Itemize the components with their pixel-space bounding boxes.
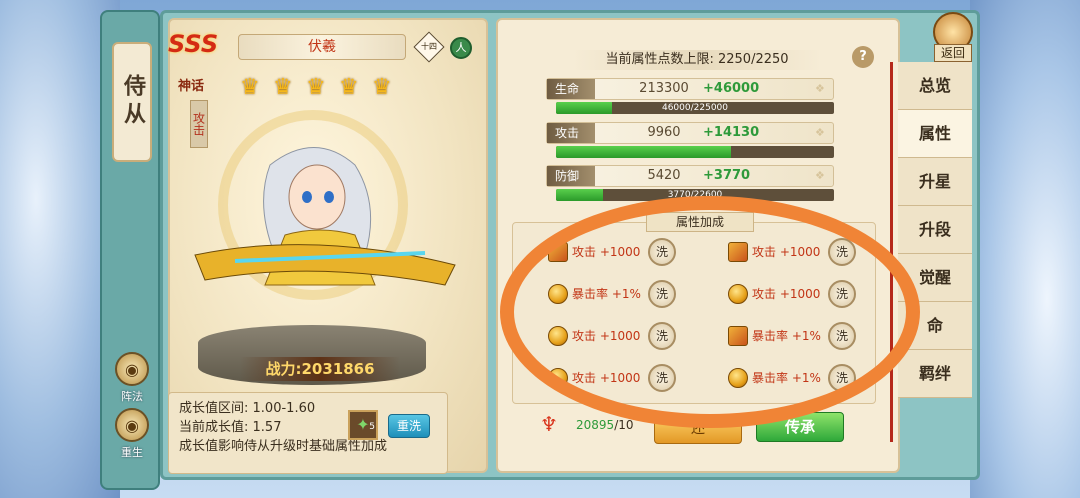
bonus-text: 攻击 +1000 — [572, 329, 641, 343]
formation-button[interactable]: ◉ 阵法 — [108, 352, 156, 408]
tab-6[interactable]: 羁绊 — [898, 350, 972, 398]
sidebar-scroll: 侍从 ◉ 阵法 ◉ 重生 — [100, 10, 160, 490]
wash-button[interactable]: 洗 — [648, 280, 676, 308]
bonus-text: 攻击 +1000 — [752, 287, 821, 301]
bonus-item: 攻击 +1000 洗 — [548, 322, 678, 350]
hero-name: 伏羲 — [238, 34, 406, 60]
bonus-title: 属性加成 — [646, 212, 754, 232]
hero-portrait[interactable] — [175, 135, 465, 335]
crown-icon: ♛ — [306, 75, 326, 100]
gem-icon — [548, 242, 568, 262]
diamond-icon: ❖ — [815, 82, 825, 95]
attribute-cap: 当前属性点数上限: 2250/2250 — [572, 50, 822, 70]
rebirth-label: 重生 — [121, 446, 143, 459]
wash-button[interactable]: 洗 — [648, 238, 676, 266]
crown-icon: ♛ — [372, 75, 392, 100]
growth-range: 1.00-1.60 — [252, 401, 316, 416]
stat-row-defense: 防御 5420 +3770 ❖ — [546, 165, 834, 187]
crown-icon: ♛ — [240, 75, 260, 100]
bonus-text: 攻击 +1000 — [572, 245, 641, 259]
wash-button[interactable]: 洗 — [828, 322, 856, 350]
stat-row-attack: 攻击 9960 +14130 ❖ — [546, 122, 834, 144]
tier-label: 神话 — [178, 79, 205, 94]
inherit-button[interactable]: 传承 — [756, 412, 844, 442]
tab-0[interactable]: 总览 — [898, 62, 972, 110]
back-button[interactable]: 返回 — [930, 12, 976, 62]
gem-icon — [728, 326, 748, 346]
bonus-item: 暴击率 +1% 洗 — [548, 280, 678, 308]
star-rating: ♛ ♛ ♛ ♛ ♛ — [240, 77, 396, 99]
help-icon[interactable]: ? — [852, 46, 874, 68]
bonus-item: 攻击 +1000 洗 — [728, 280, 858, 308]
bonus-text: 攻击 +1000 — [752, 245, 821, 259]
bonus-item: 攻击 +1000 洗 — [548, 364, 678, 392]
wash-button[interactable]: 洗 — [828, 238, 856, 266]
bonus-text: 攻击 +1000 — [572, 371, 641, 385]
gem-icon — [548, 326, 568, 346]
gem-icon — [728, 368, 748, 388]
rebirth-icon: ◉ — [115, 408, 149, 442]
bonus-text: 暴击率 +1% — [752, 329, 821, 343]
combat-power-value: 2031866 — [301, 360, 375, 378]
sidebar-title: 侍从 — [112, 42, 152, 162]
tab-4[interactable]: 觉醒 — [898, 254, 972, 302]
formation-icon: ◉ — [115, 352, 149, 386]
growth-note: 成长值影响侍从升级时基础属性加成 — [179, 439, 388, 454]
tab-3[interactable]: 升段 — [898, 206, 972, 254]
crown-icon: ♛ — [339, 75, 359, 100]
tab-5[interactable]: 命 — [898, 302, 972, 350]
stat-bar-defense: 3770/22600 — [556, 189, 834, 201]
crown-icon: ♛ — [273, 75, 293, 100]
currency-count: 20895/10 — [576, 418, 634, 432]
gem-icon — [548, 368, 568, 388]
wash-button[interactable]: 洗 — [648, 364, 676, 392]
stat-bar-attack — [556, 146, 834, 158]
wash-button[interactable]: 洗 — [828, 364, 856, 392]
side-tabs: 总览 属性 升星 升段 觉醒命羁绊 — [898, 62, 972, 398]
tab-1[interactable]: 属性 — [898, 110, 972, 158]
wash-button[interactable]: 洗 — [648, 322, 676, 350]
growth-item-icon[interactable]: ✦ 5 — [348, 410, 378, 440]
bonus-item: 攻击 +1000 洗 — [548, 238, 678, 266]
tab-2[interactable]: 升星 — [898, 158, 972, 206]
rebirth-button[interactable]: ◉ 重生 — [108, 408, 156, 464]
reroll-button[interactable]: 重洗 — [388, 414, 430, 438]
bonus-item: 暴击率 +1% 洗 — [728, 364, 858, 392]
wash-button[interactable]: 洗 — [828, 280, 856, 308]
diamond-icon: ❖ — [815, 169, 825, 182]
dragon-currency-icon: ♆ — [540, 412, 558, 436]
combat-power: 战力:2031866 — [240, 357, 400, 381]
gem-icon — [728, 284, 748, 304]
tab-rail — [890, 62, 893, 442]
bonus-text: 暴击率 +1% — [752, 371, 821, 385]
diamond-icon: ❖ — [815, 126, 825, 139]
growth-current: 1.57 — [252, 420, 282, 435]
bonus-text: 暴击率 +1% — [572, 287, 641, 301]
bonus-item: 攻击 +1000 洗 — [728, 238, 858, 266]
gem-icon — [728, 242, 748, 262]
rank-badge: SSS — [168, 30, 219, 58]
return-button[interactable]: 还 — [654, 414, 742, 444]
stat-bar-hp: 46000/225000 — [556, 102, 834, 114]
gem-icon — [548, 284, 568, 304]
race-badge: 人 — [450, 37, 472, 59]
bonus-item: 暴击率 +1% 洗 — [728, 322, 858, 350]
background-sky-right — [970, 0, 1080, 498]
stat-row-hp: 生命 213300 +46000 ❖ — [546, 78, 834, 100]
formation-label: 阵法 — [121, 390, 143, 403]
